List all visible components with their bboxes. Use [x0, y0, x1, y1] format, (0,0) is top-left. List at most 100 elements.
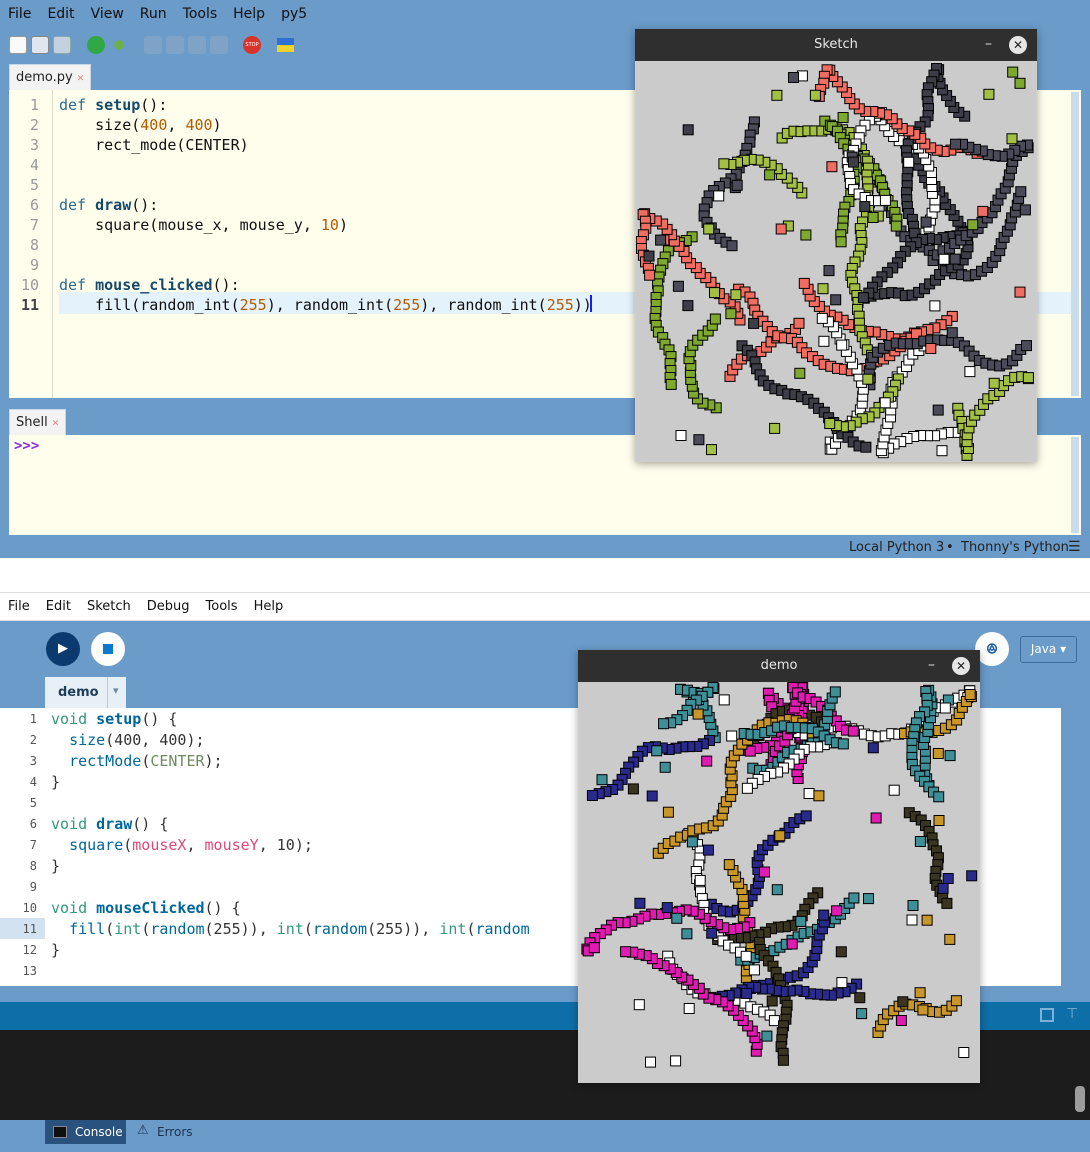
- step-into-icon[interactable]: [166, 36, 184, 54]
- drawn-square: [867, 742, 879, 754]
- sketch-canvas[interactable]: [636, 61, 1036, 461]
- editor-scrollbar[interactable]: [1071, 92, 1079, 396]
- drawn-square: [950, 138, 961, 150]
- line-number: 10: [22, 901, 37, 915]
- tab-console[interactable]: Console: [45, 1120, 126, 1144]
- close-icon[interactable]: ✕: [1009, 36, 1027, 54]
- drawn-square: [906, 914, 918, 926]
- copy-icon[interactable]: [1040, 1008, 1054, 1022]
- run-button[interactable]: ▶: [46, 632, 80, 666]
- line-number: 11: [20, 296, 39, 314]
- drawn-square: [662, 806, 674, 818]
- hamburger-menu-icon[interactable]: ☰: [1068, 539, 1081, 555]
- drawn-square: [670, 1055, 682, 1067]
- code-line: fill(random_int(255), random_int(255), r…: [59, 296, 592, 314]
- tab-demo-py[interactable]: demo.py ✕: [9, 64, 92, 90]
- text-cursor: [590, 295, 592, 312]
- stop-button[interactable]: [91, 632, 125, 666]
- debug-icon[interactable]: [110, 36, 128, 54]
- tab-errors[interactable]: ⚠ Errors: [134, 1120, 204, 1144]
- drawn-square: [644, 269, 656, 281]
- interpreter-label[interactable]: Local Python 3: [849, 540, 944, 555]
- drawn-square: [686, 836, 698, 848]
- drawn-square: [645, 1056, 656, 1068]
- open-file-icon[interactable]: [31, 36, 49, 54]
- drawn-square: [826, 161, 838, 173]
- drawn-square: [942, 873, 954, 884]
- mode-selector[interactable]: Java ▾: [1020, 636, 1077, 663]
- drawn-square: [726, 240, 738, 252]
- console-scrollbar[interactable]: [1075, 1086, 1085, 1112]
- sketch-window[interactable]: Sketch – ✕: [635, 29, 1037, 462]
- code-line: fill(int(random(255)), int(random(255)),…: [69, 920, 530, 938]
- drawn-square: [862, 373, 874, 385]
- chevron-down-icon: ▾: [1060, 642, 1067, 656]
- menu-edit[interactable]: Edit: [38, 599, 79, 614]
- drawn-square: [946, 327, 958, 339]
- menu-file[interactable]: File: [0, 6, 39, 22]
- drawn-square: [706, 444, 717, 456]
- drawn-square: [701, 755, 713, 767]
- code-line: }: [51, 857, 61, 875]
- menu-file[interactable]: File: [0, 599, 38, 614]
- menu-edit[interactable]: Edit: [39, 6, 82, 22]
- tab-demo[interactable]: demo ▾: [45, 677, 126, 708]
- code-line: def draw():: [59, 196, 159, 214]
- debugger-button[interactable]: ꔮ: [975, 632, 1009, 666]
- drawn-square: [921, 914, 933, 926]
- drawn-square: [723, 859, 735, 871]
- drawn-square: [879, 194, 891, 206]
- close-icon[interactable]: ✕: [52, 419, 60, 429]
- close-icon[interactable]: ✕: [952, 657, 970, 675]
- drawn-square: [768, 1015, 780, 1027]
- menu-tools[interactable]: Tools: [198, 599, 246, 614]
- run-icon[interactable]: [87, 36, 105, 54]
- save-file-icon[interactable]: [53, 36, 71, 54]
- code-line: square(mouseX, mouseY, 10);: [69, 836, 313, 854]
- menu-view[interactable]: View: [83, 6, 132, 22]
- drawn-square: [596, 774, 608, 786]
- drawn-square: [817, 283, 829, 295]
- tab-shell[interactable]: Shell ✕: [9, 409, 67, 435]
- drawn-square: [879, 397, 891, 409]
- close-icon[interactable]: ✕: [77, 74, 85, 84]
- menu-py5[interactable]: py5: [273, 6, 315, 22]
- status-separator: •: [946, 540, 954, 555]
- menu-run[interactable]: Run: [132, 6, 175, 22]
- menu-debug[interactable]: Debug: [139, 599, 198, 614]
- sketch-canvas[interactable]: [579, 682, 979, 1082]
- menu-help[interactable]: Help: [225, 6, 273, 22]
- menu-tools[interactable]: Tools: [175, 6, 226, 22]
- window-titlebar[interactable]: demo: [578, 650, 980, 682]
- window-title: Sketch: [814, 37, 858, 52]
- code-line: def mouse_clicked():: [59, 276, 240, 294]
- drawn-square: [920, 216, 932, 228]
- drawn-square: [748, 317, 760, 329]
- minimize-icon[interactable]: –: [985, 29, 992, 59]
- drawn-square: [741, 782, 753, 794]
- minimize-icon[interactable]: –: [928, 650, 935, 680]
- drawn-square: [683, 1003, 695, 1014]
- stop-icon[interactable]: STOP: [243, 36, 261, 54]
- step-over-icon[interactable]: [144, 36, 162, 54]
- new-file-icon[interactable]: [9, 36, 27, 54]
- shell-scrollbar[interactable]: [1071, 437, 1079, 533]
- interpreter-name[interactable]: Thonny's Python: [961, 540, 1069, 555]
- sketch-window[interactable]: demo – ✕: [578, 650, 980, 1083]
- ukraine-flag-icon[interactable]: [277, 38, 294, 52]
- line-number: 5: [29, 796, 37, 810]
- resume-icon[interactable]: [210, 36, 228, 54]
- tab-label: Console: [75, 1125, 123, 1139]
- butterfly-icon: ꔮ: [986, 640, 998, 658]
- menu-help[interactable]: Help: [246, 599, 292, 614]
- drawn-square: [659, 761, 671, 773]
- menu-sketch[interactable]: Sketch: [79, 599, 139, 614]
- status-bar: Local Python 3 • Thonny's Python ☰: [0, 538, 1090, 558]
- drawn-square: [933, 791, 945, 803]
- window-titlebar[interactable]: Sketch: [635, 29, 1037, 61]
- step-out-icon[interactable]: [188, 36, 206, 54]
- tab-menu-icon[interactable]: ▾: [113, 684, 119, 697]
- code-line: size(400, 400);: [69, 731, 205, 749]
- drawn-square: [1006, 133, 1018, 145]
- clear-console-icon[interactable]: ⊤: [1066, 1006, 1078, 1022]
